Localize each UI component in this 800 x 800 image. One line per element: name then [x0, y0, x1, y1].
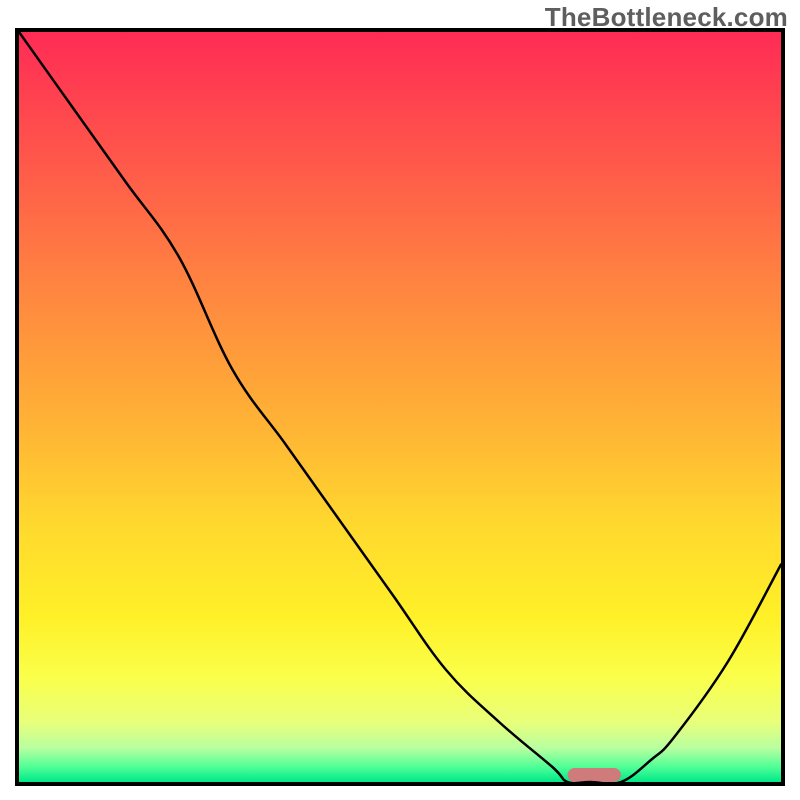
gradient-fill: [19, 32, 781, 782]
plot-frame: [15, 28, 785, 786]
optimum-marker: [568, 768, 621, 782]
plot-svg: [19, 32, 781, 782]
chart-stage: TheBottleneck.com: [0, 0, 800, 800]
